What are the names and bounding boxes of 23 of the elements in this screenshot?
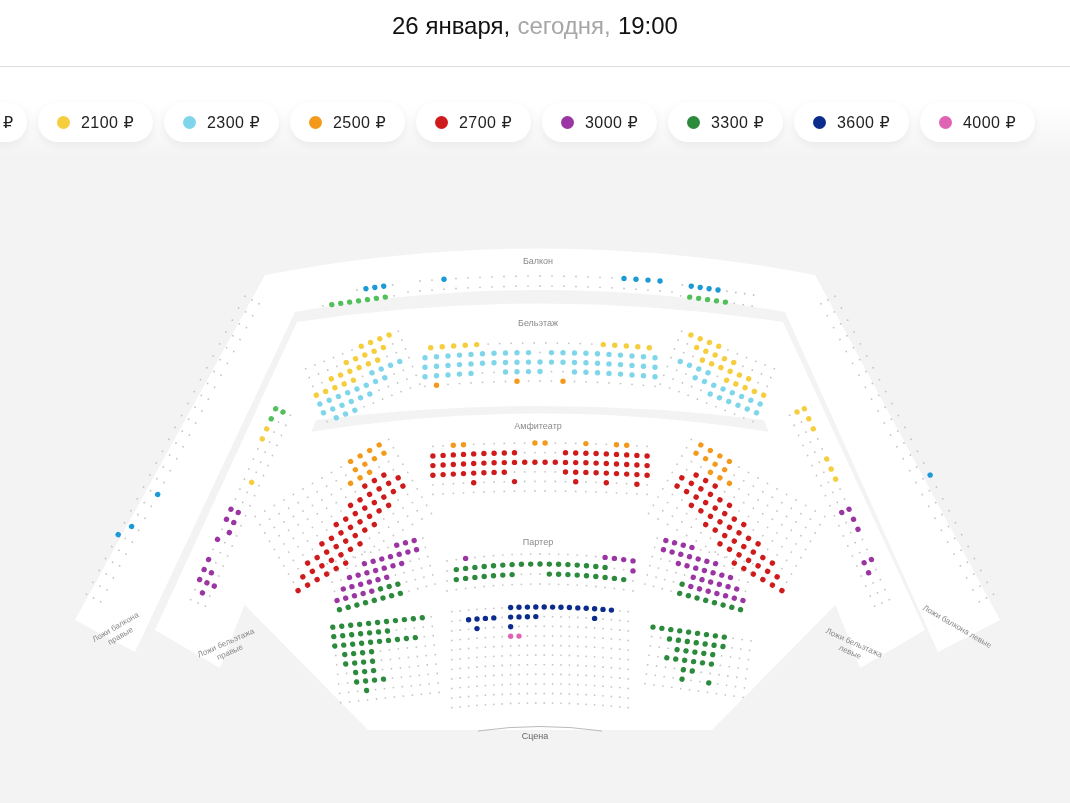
price-filter[interactable]: 2100 ₽ — [38, 102, 153, 142]
price-filter[interactable]: 2300 ₽ — [164, 102, 279, 142]
stage-label: Сцена — [521, 731, 549, 741]
price-filter[interactable]: 4000 ₽ — [920, 102, 1035, 142]
section-label: Балкон — [522, 256, 554, 266]
price-filter[interactable]: 2700 ₽ — [416, 102, 531, 142]
seat-block[interactable] — [647, 438, 826, 594]
price-filter[interactable]: 3600 ₽ — [794, 102, 909, 142]
seat-block[interactable] — [254, 438, 433, 594]
section-label: Амфитеатр — [514, 421, 562, 431]
time-text: 19:00 — [617, 12, 678, 40]
seat-block[interactable] — [326, 537, 436, 613]
price-filter[interactable]: 3300 ₽ — [668, 102, 783, 142]
day-text: сегодня, — [517, 12, 611, 40]
seat-block[interactable] — [450, 604, 630, 709]
section-label: Бельэтаж — [518, 318, 558, 328]
seat-block[interactable] — [644, 537, 754, 613]
price-filter[interactable]: 3000 ₽ — [542, 102, 657, 142]
seat-block[interactable] — [430, 440, 650, 496]
price-filter[interactable]: ₽ — [0, 102, 27, 142]
section-label: Партер — [522, 537, 554, 547]
date-text: 26 января, — [392, 12, 511, 40]
price-filter[interactable]: 2500 ₽ — [290, 102, 405, 142]
